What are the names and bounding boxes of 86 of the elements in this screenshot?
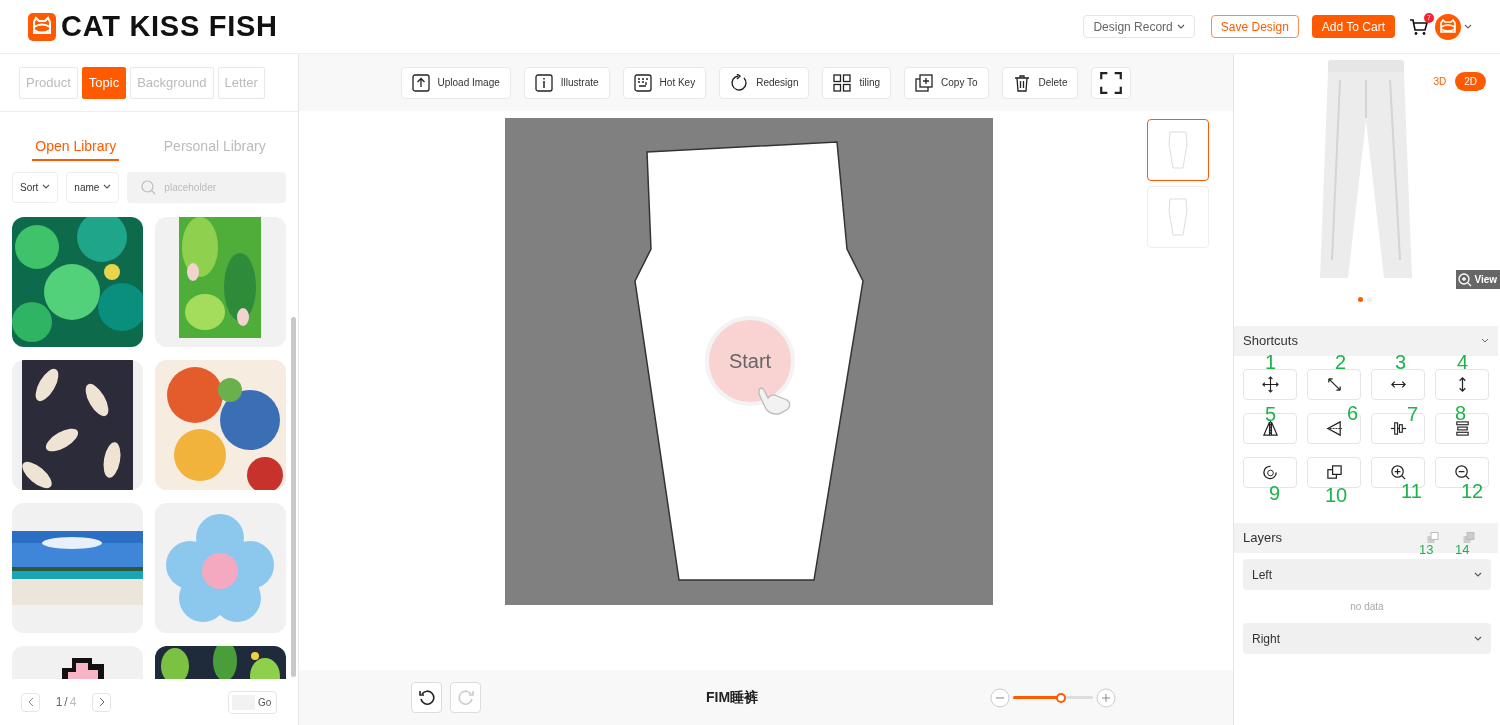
annotation-number: 10 [1325,488,1348,502]
grid-icon [833,73,852,92]
section-title: Layers [1243,529,1283,548]
resize-icon [1325,376,1343,393]
annotation-number: 9 [1269,486,1281,500]
copy-icon [915,73,934,92]
annotation-number: 5 [1265,407,1277,421]
toolbar-button[interactable]: Delete [1001,66,1079,99]
toolbar-button[interactable]: tiling [822,66,892,99]
thumbnail[interactable] [1147,119,1209,181]
undo-icon [417,688,436,707]
copy-icon[interactable] [1463,532,1475,544]
fullscreen-icon [1100,71,1123,94]
caret-icon [1474,571,1482,578]
annotation-number: 13 [1419,541,1434,559]
annotation-number: 4 [1457,355,1469,369]
undo-button[interactable] [411,682,442,713]
page-separator: / [64,694,68,711]
empty-message: no data [1350,600,1384,614]
shortcuts-header[interactable]: Shortcuts [1234,326,1498,356]
info-icon [534,73,553,92]
layer-group-dropdown[interactable]: Left [1243,559,1491,590]
annotation-number: 7 [1407,407,1419,421]
zoom-in-icon[interactable] [1096,687,1116,708]
copy-icon [1325,464,1343,481]
next-page-button[interactable] [92,692,111,712]
toolbar-button[interactable]: Redesign [719,66,810,99]
align-middle-icon [1453,420,1471,437]
chevron-right-icon [98,697,105,707]
previous-page-button[interactable] [21,692,40,712]
rotate-icon [1261,464,1279,481]
trash-icon [1012,73,1031,92]
align-center-icon [1389,420,1407,437]
caret-icon [1176,23,1185,30]
view-button[interactable]: View [1456,270,1500,289]
annotation-number: 2 [1335,355,1347,369]
annotation-number: 14 [1455,541,1470,559]
shortcut-button[interactable] [1307,457,1361,488]
toolbar-button[interactable]: Copy To [904,66,989,99]
section-title: Shortcuts [1243,332,1298,351]
avatar-icon[interactable] [1435,13,1461,40]
toolbar-button[interactable]: Illustrate [523,66,610,99]
copy-icon[interactable] [1427,532,1439,544]
upload-icon [411,73,430,92]
design-record-dropdown[interactable]: Design Record [1083,15,1195,38]
toolbar-button[interactable]: Hot Key [622,66,707,99]
product-title: FIM睡裤 [706,688,759,707]
annotation-number: 1 [1265,355,1277,369]
go-button[interactable]: Go [258,694,272,710]
shortcut-button[interactable] [1243,369,1297,400]
annotation-number: 3 [1395,355,1407,369]
chevron-down-icon [1481,338,1489,344]
name-dropdown[interactable]: name [66,171,120,203]
zoom-out-icon [1453,464,1471,481]
zoom-in-icon [1458,272,1473,287]
scrollbar[interactable] [291,317,296,677]
flip-vertical-icon [1325,420,1343,437]
keyboard-icon [633,73,652,92]
move-icon [1261,376,1279,393]
current-page: 1 [55,694,63,711]
zoom-out-icon[interactable] [990,687,1010,708]
sort-dropdown[interactable]: Sort [12,171,59,203]
cart-icon[interactable] [1409,17,1429,36]
refresh-icon [730,73,749,92]
chevron-left-icon [27,697,34,707]
logo-icon [28,12,56,41]
annotation-number: 12 [1461,484,1484,498]
zoom-slider[interactable] [1013,691,1093,704]
annotation-number: 11 [1401,484,1422,498]
flip-horizontal-icon [1261,420,1279,437]
search-icon [141,179,157,195]
zoom-in-icon [1389,464,1407,481]
annotation-number: 6 [1347,406,1359,420]
total-pages: 4 [69,694,77,711]
annotation-number: 8 [1455,406,1467,420]
caret-icon [42,184,51,190]
toolbar-button[interactable]: Upload Image [400,66,511,99]
hand-pointer-icon [755,384,793,416]
caret-icon[interactable] [1464,23,1472,30]
zoom-slider-thumb[interactable] [1056,692,1066,703]
caret-icon [103,184,112,190]
caret-icon [1474,635,1482,642]
fullscreen-button[interactable] [1091,66,1132,99]
redo-icon [456,688,475,707]
brand-name: CAT KISS FISH [61,8,278,44]
layer-group-dropdown[interactable]: Right [1243,623,1491,654]
